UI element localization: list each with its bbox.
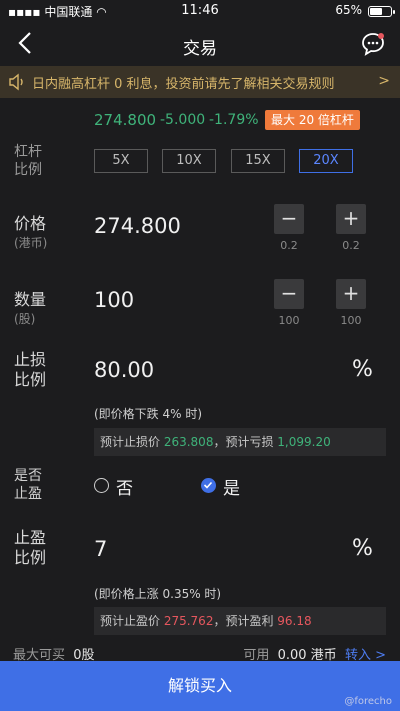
price-value[interactable]: 274.800 — [94, 214, 181, 238]
quantity-minus-step: 100 — [278, 314, 300, 327]
quantity-label: 数量 (股) — [14, 290, 46, 327]
stop-loss-hint: (即价格下跌 4% 时) — [94, 407, 203, 421]
watermark: @forecho — [344, 696, 392, 707]
max-leverage-badge: 最大 20 倍杠杆 — [265, 110, 360, 130]
stop-loss-price: 263.808 — [163, 435, 214, 449]
quantity-value[interactable]: 100 — [94, 288, 134, 312]
quantity-plus-button[interactable]: + — [336, 279, 366, 309]
take-profit-no-label[interactable]: 否 — [116, 474, 133, 499]
price-label: 价格 (港币) — [14, 214, 47, 251]
take-profit-toggle-label: 是否 止盈 — [14, 468, 42, 502]
price-minus-step: 0.2 — [280, 239, 298, 252]
stop-loss-label: 止损 比例 — [14, 350, 47, 389]
take-profit-label: 止盈 比例 — [14, 528, 47, 567]
quote-price: 274.800 — [94, 111, 157, 129]
leverage-option-15x[interactable]: 15X — [231, 149, 285, 173]
take-profit-value[interactable]: 7 — [94, 537, 107, 561]
leverage-option-10x[interactable]: 10X — [162, 149, 216, 173]
quantity-unit: (股) — [14, 312, 36, 326]
leverage-option-5x[interactable]: 5X — [94, 149, 148, 173]
price-plus-step: 0.2 — [342, 239, 360, 252]
quantity-minus-button[interactable]: − — [274, 279, 304, 309]
speaker-icon — [8, 73, 26, 91]
take-profit-estimate: 预计止盈价 275.762，预计盈利 96.18 — [94, 607, 386, 635]
notice-text: 日内融高杠杆 0 利息，投资前请先了解相关交易规则 — [32, 77, 335, 92]
take-profit-percent-sign: % — [352, 536, 373, 561]
leverage-label: 杠杆 比例 — [14, 144, 42, 178]
chevron-right-icon: > — [378, 73, 390, 89]
page-title: 交易 — [183, 39, 217, 59]
take-profit-no-radio[interactable] — [94, 478, 109, 493]
price-minus-button[interactable]: − — [274, 204, 304, 234]
battery-icon — [368, 6, 395, 17]
stop-loss-estimate: 预计止损价 263.808，预计亏损 1,099.20 — [94, 428, 386, 456]
estimated-loss: 1,099.20 — [277, 435, 331, 449]
estimated-profit: 96.18 — [277, 614, 312, 628]
stop-loss-value[interactable]: 80.00 — [94, 358, 154, 382]
price-unit: (港币) — [14, 236, 48, 250]
take-profit-price: 275.762 — [163, 614, 214, 628]
take-profit-yes-radio[interactable] — [201, 478, 216, 493]
price-label-text: 价格 — [14, 214, 47, 233]
take-profit-yes-label[interactable]: 是 — [223, 474, 240, 499]
leverage-option-20x[interactable]: 20X — [299, 149, 353, 173]
battery-percent: 65% — [335, 3, 362, 17]
take-profit-hint: (即价格上涨 0.35% 时) — [94, 587, 222, 601]
quote-change: -5.000 — [160, 112, 206, 128]
unlock-buy-button[interactable]: 解锁买入 — [0, 661, 400, 711]
stop-loss-percent-sign: % — [352, 357, 373, 382]
customer-service-icon[interactable] — [360, 31, 386, 57]
quote-change-percent: -1.79% — [209, 112, 259, 128]
quantity-label-text: 数量 — [14, 290, 47, 309]
quantity-plus-step: 100 — [340, 314, 362, 327]
price-plus-button[interactable]: + — [336, 204, 366, 234]
